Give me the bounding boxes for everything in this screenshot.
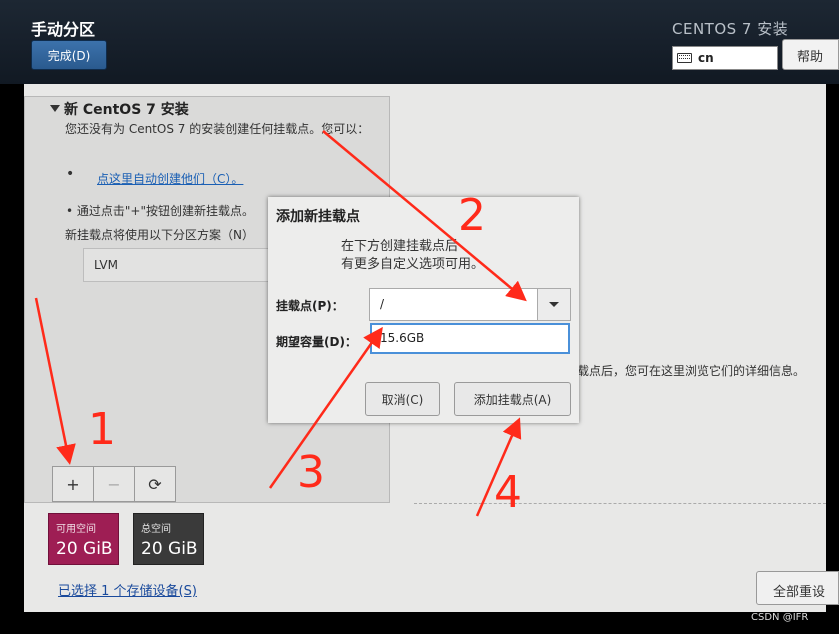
mount-point-dropdown-button[interactable] [537,288,571,321]
chevron-down-icon [549,302,559,307]
keyboard-layout-label: cn [698,51,714,65]
auto-create-link[interactable]: 点这里自动创建他们（C）。 [97,170,243,187]
capacity-label: 期望容量(D)： [276,335,357,349]
no-mount-points-description: 您还没有为 CentOS 7 的安装创建任何挂载点。您可以： [65,122,370,136]
partition-scheme-label: 新挂载点将使用以下分区方案（N） [65,228,254,242]
total-space-label: 总空间 [141,524,171,535]
available-space-badge: 可用空间 20 GiB [48,513,119,565]
dialog-title: 添加新挂载点 [276,209,360,225]
watermark: CSDN @IFR [751,612,809,623]
dialog-message-line-1: 在下方创建挂载点后 [341,239,459,254]
total-space-badge: 总空间 20 GiB [133,513,204,565]
divider [414,503,826,504]
help-button[interactable]: 帮助 [782,39,839,70]
dialog-message: 在下方创建挂载点后 有更多自定义选项可用。 [341,238,484,274]
remove-mount-point-button[interactable]: − [93,466,135,502]
available-space-label: 可用空间 [56,524,96,535]
install-section-heading[interactable]: 新 CentOS 7 安装 [50,99,189,119]
mount-point-toolbar: + − ⟳ [52,466,178,502]
keyboard-layout-indicator[interactable]: cn [672,46,778,70]
expander-triangle-icon [50,105,60,112]
product-title: CENTOS 7 安装 [672,20,789,38]
page-title: 手动分区 [31,20,96,39]
add-mount-point-confirm-button[interactable]: 添加挂载点(A) [454,382,571,416]
add-mount-point-button[interactable]: + [52,466,94,502]
details-hint-text: 挂载点后，您可在这里浏览它们的详细信息。 [565,364,806,378]
install-heading-label: 新 CentOS 7 安装 [64,102,189,118]
total-space-value: 20 GiB [141,539,198,559]
cancel-button[interactable]: 取消(C) [365,382,440,416]
manual-create-hint: • 通过点击"+"按钮创建新挂载点。 [66,204,254,218]
capacity-input[interactable]: 15.6GB [370,323,570,354]
done-button[interactable]: 完成(D) [31,40,107,70]
reset-all-button[interactable]: 全部重设 [756,571,839,605]
partition-scheme-select[interactable]: LVM [83,248,273,282]
bullet-icon: • [66,166,75,182]
available-space-value: 20 GiB [56,539,113,559]
dialog-message-line-2: 有更多自定义选项可用。 [341,257,485,272]
selected-storage-devices-link[interactable]: 已选择 1 个存储设备(S) [58,580,197,599]
mount-point-label: 挂载点(P)： [276,299,344,313]
keyboard-icon [677,53,692,63]
refresh-icon[interactable]: ⟳ [134,466,176,502]
top-header-bar [0,0,839,85]
